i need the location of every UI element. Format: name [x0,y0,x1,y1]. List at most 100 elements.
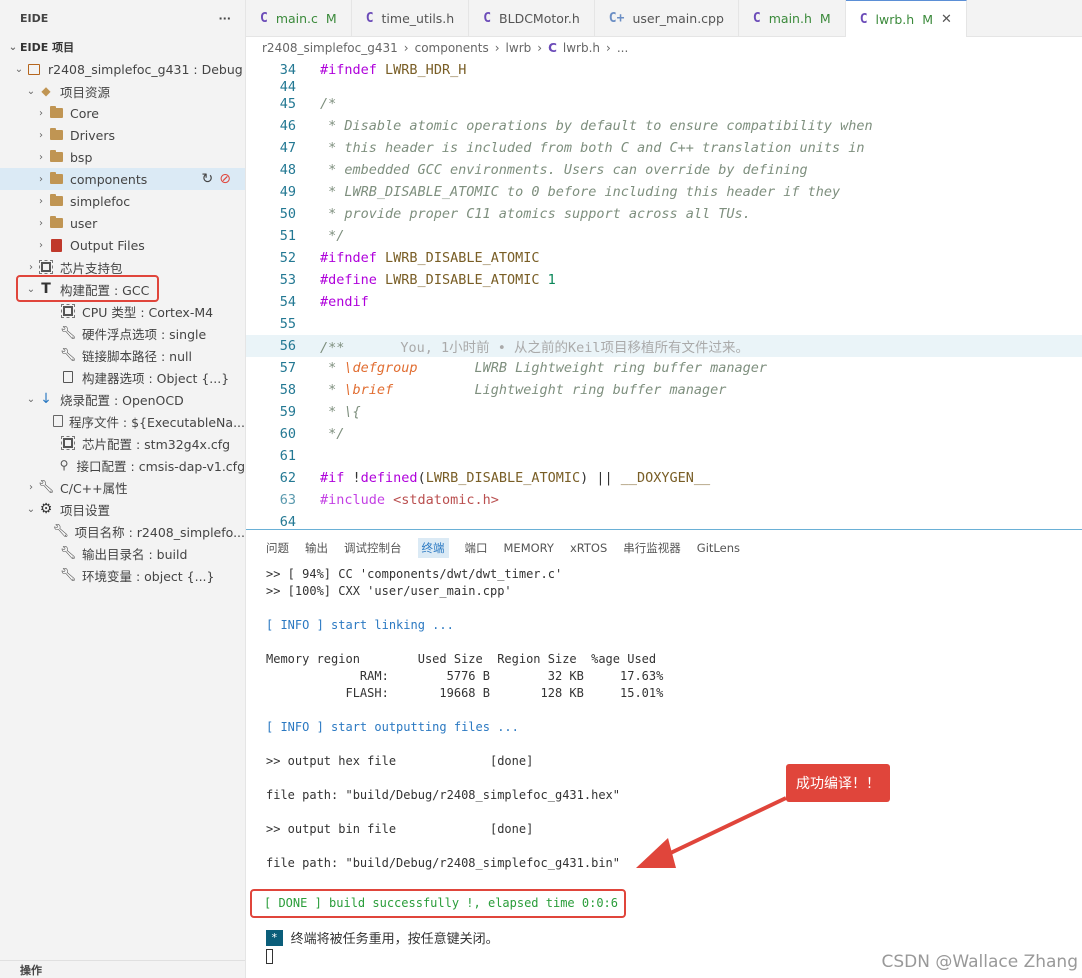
code-line[interactable]: 51 */ [246,225,1082,247]
panel-tab[interactable]: GitLens [697,539,740,557]
code-line[interactable]: 48 * embedded GCC environments. Users ca… [246,159,1082,181]
chip-icon [60,303,76,319]
chevron-down-icon[interactable]: ⌄ [24,86,38,97]
tree-item[interactable]: › Drivers [0,124,245,146]
terminal-output[interactable]: >> [ 94%] CC 'components/dwt/dwt_timer.c… [246,566,1082,964]
chevron-down-icon[interactable]: ⌄ [24,504,38,515]
code-text: */ [320,228,345,244]
tree-item[interactable]: › 🔧︎ C/C++属性 [0,476,245,498]
tree-item-label: 程序文件 : ${ExecutableNa... [68,414,245,430]
tree-item[interactable]: ⌄ ⚙ 项目设置 [0,498,245,520]
panel-tab[interactable]: MEMORY [504,539,554,557]
code-line[interactable]: 45 /* [246,93,1082,115]
code-line[interactable]: 54 #endif [246,291,1082,313]
tree-item[interactable]: › simplefoc [0,190,245,212]
sidebar-footer[interactable]: 操作 [0,960,245,978]
code-line[interactable]: 57 * \defgroup LWRB Lightweight ring buf… [246,357,1082,379]
code-line[interactable]: 62 #if !defined(LWRB_DISABLE_ATOMIC) || _… [246,467,1082,489]
code-line[interactable]: 52 #ifndef LWRB_DISABLE_ATOMIC [246,247,1082,269]
tree-item[interactable]: 🔧︎ 硬件浮点选项 : single [0,322,245,344]
tree-item[interactable]: ⌄ ↓ 烧录配置 : OpenOCD [0,388,245,410]
code-line[interactable]: 58 * \brief Lightweight ring buffer mana… [246,379,1082,401]
tree-item[interactable]: 🔧︎ 输出目录名 : build [0,542,245,564]
chevron-down-icon[interactable]: ⌄ [24,394,38,405]
tree-item[interactable]: 程序文件 : ${ExecutableNa... [0,410,245,432]
terminal-line: [ INFO ] start linking ... [266,618,454,632]
chevron-right-icon[interactable]: › [34,240,48,251]
editor-tab[interactable]: Cmain.c M [246,0,352,37]
tree-item[interactable]: 🔧︎ 链接脚本路径 : null [0,344,245,366]
tree-item[interactable]: 构建器选项 : Object {...} [0,366,245,388]
chevron-right-icon[interactable]: › [24,262,38,273]
code-line[interactable]: 56 /** You, 1小时前 • 从之前的Keil项目移植所有文件过来。 [246,335,1082,357]
code-line[interactable]: 60 */ [246,423,1082,445]
code-text: #ifndef LWRB_HDR_H [320,62,467,78]
code-line[interactable]: 50 * provide proper C11 atomics support … [246,203,1082,225]
code-line[interactable]: 34 #ifndef LWRB_HDR_H [246,59,1082,81]
close-icon[interactable]: ✕ [941,12,952,27]
tree-item[interactable]: ⚲ 接口配置 : cmsis-dap-v1.cfg [0,454,245,476]
panel-tab[interactable]: 问题 [266,538,289,558]
code-line[interactable]: 61 [246,445,1082,467]
tree-item[interactable]: 🔧︎ 环境变量 : object {...} [0,564,245,586]
crumb-file[interactable]: lwrb.h [563,41,600,55]
code-line[interactable]: 55 [246,313,1082,335]
code-line[interactable]: 59 * \{ [246,401,1082,423]
crumb-symbol[interactable]: ... [617,41,628,55]
chevron-right-icon[interactable]: › [34,108,48,119]
bottom-panel: 问题 输出 调试控制台 终端 端口 MEMORY xRTOS 串行监视器 GitLens >> … [246,529,1082,978]
panel-tab[interactable]: 终端 [417,538,449,558]
tree-item[interactable]: 芯片配置 : stm32g4x.cfg [0,432,245,454]
panel-tab[interactable]: 端口 [465,538,488,558]
chevron-down-icon[interactable]: ⌄ [12,64,26,75]
panel-tab[interactable]: 串行监视器 [623,538,681,558]
code-line[interactable]: 44 [246,79,1082,95]
panel-tab[interactable]: xRTOS [570,539,607,557]
crumb-project[interactable]: r2408_simplefoc_g431 [262,41,398,55]
code-text: #endif [320,294,369,310]
row-actions: ↻ ⊘ [202,171,231,187]
editor-tab[interactable]: Clwrb.h M ✕ [845,0,967,37]
tree-item-label: C/C++属性 [60,480,128,496]
code-line[interactable]: 46 * Disable atomic operations by defaul… [246,115,1082,137]
chevron-right-icon[interactable]: › [34,196,48,207]
more-actions-button[interactable]: ··· [218,12,231,25]
code-line[interactable]: 47 * this header is included from both C… [246,137,1082,159]
chevron-right-icon[interactable]: › [34,130,48,141]
chevron-right-icon[interactable]: › [24,482,38,493]
panel-tab[interactable]: 输出 [305,538,328,558]
code-line[interactable]: 49 * LWRB_DISABLE_ATOMIC to 0 before inc… [246,181,1082,203]
code-editor[interactable]: 34 #ifndef LWRB_HDR_H 44 45 /* 46 * Disable a… [246,59,1082,529]
chevron-right-icon[interactable]: › [34,174,48,185]
code-line[interactable]: 63 #include <stdatomic.h> [246,489,1082,511]
tree-item[interactable]: ⌄ ◆ 项目资源 [0,80,245,102]
terminal-line: RAM: 5776 B 32 KB 17.63% [266,669,664,683]
editor-tab[interactable]: Cmain.h M [739,0,846,37]
tree-item-label: 环境变量 : object {...} [82,568,215,584]
tree-item[interactable]: ⌄ T 构建配置 : GCC [0,275,245,302]
section-eide-project[interactable]: ⌄ EIDE 项目 [0,36,245,58]
tree-item[interactable]: › Core [0,102,245,124]
refresh-icon[interactable]: ↻ [202,171,214,187]
editor-tab[interactable]: Ctime_utils.h [352,0,470,37]
tree-item[interactable]: › Output Files [0,234,245,256]
tree-item[interactable]: 🔧︎ 项目名称 : r2408_simplefo... [0,520,245,542]
tree-item[interactable]: › user [0,212,245,234]
code-line[interactable]: 53 #define LWRB_DISABLE_ATOMIC 1 [246,269,1082,291]
exclude-icon[interactable]: ⊘ [219,171,231,187]
chevron-right-icon[interactable]: › [34,152,48,163]
tree-item[interactable]: CPU 类型 : Cortex-M4 [0,300,245,322]
chevron-right-icon[interactable]: › [34,218,48,229]
editor-tab[interactable]: C+ user_main.cpp [595,0,739,37]
panel-tab[interactable]: 调试控制台 [344,538,402,558]
crumb-lwrb[interactable]: lwrb [506,41,532,55]
editor-tab[interactable]: C BLDCMotor.h [469,0,595,37]
tree-item[interactable]: ⌄ r2408_simplefoc_g431 : Debug [0,58,245,80]
tree-item[interactable]: › bsp [0,146,245,168]
crumb-components[interactable]: components [415,41,489,55]
tree-item[interactable]: › components ↻ ⊘ [0,168,245,190]
code-line[interactable]: 64 [246,511,1082,529]
